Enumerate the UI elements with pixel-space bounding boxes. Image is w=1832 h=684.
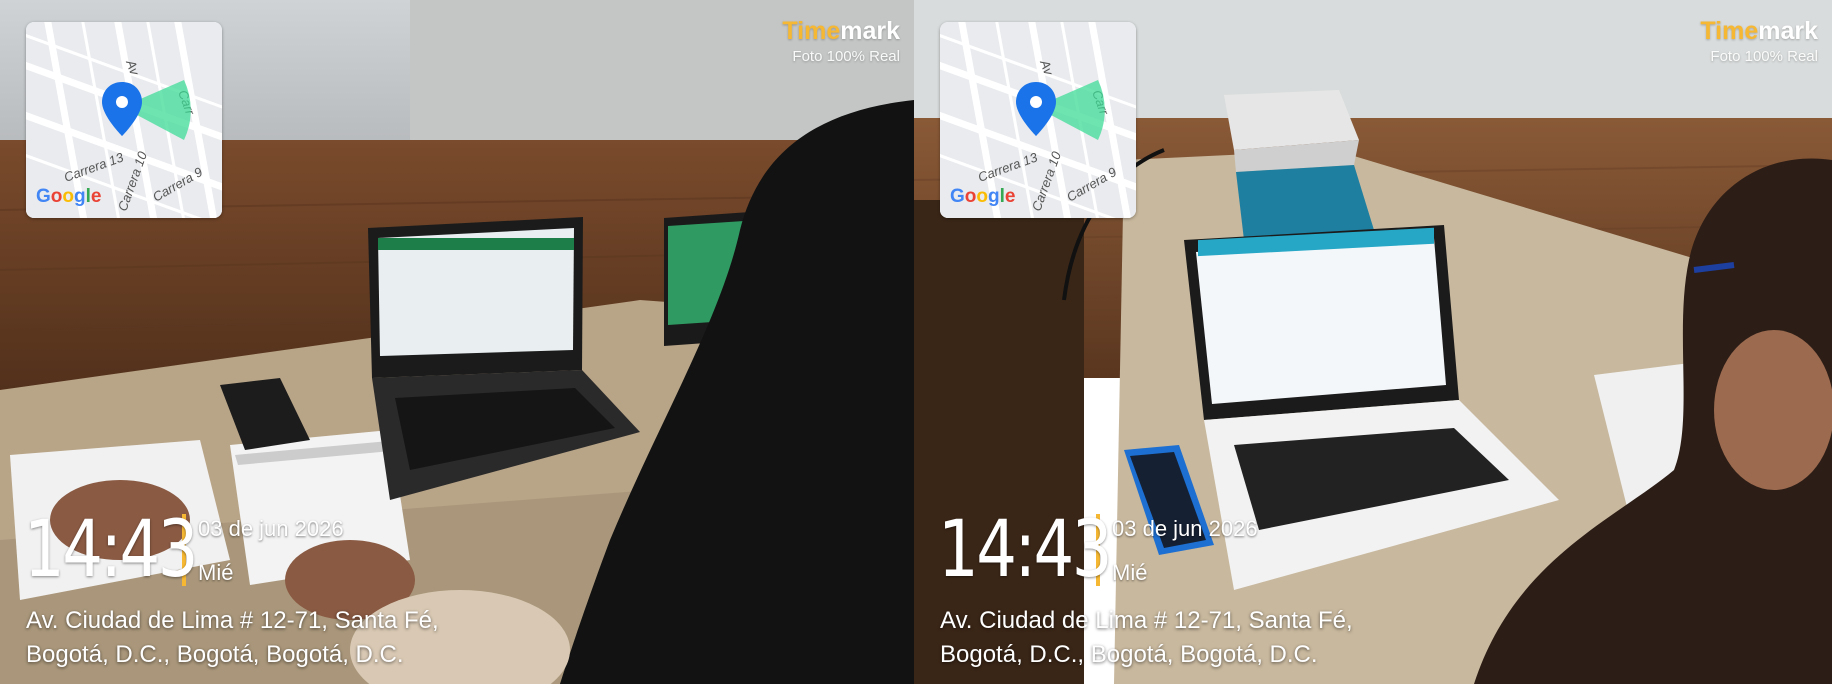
timemark-logo: Timemark: [1700, 17, 1818, 45]
map-thumbnail: Av Carr Carrera 13 Carrera 10 Carrera 9 …: [940, 22, 1136, 218]
timemark-logo: Timemark: [782, 17, 900, 45]
address-line-1: Av. Ciudad de Lima # 12-71, Santa Fé,: [940, 607, 1353, 634]
time-text: 14:43: [938, 505, 1112, 595]
brand-tagline: Foto 100% Real: [792, 48, 900, 65]
time-text: 14:43: [24, 505, 198, 595]
date-block: 03 de jun 2026 Mié: [1112, 510, 1258, 590]
date-text: 03 de jun 2026: [1112, 516, 1258, 541]
photo-left: Av Carr Carrera 13 Carrera 10 Carrera 9 …: [0, 0, 914, 684]
google-logo: Google: [36, 186, 102, 207]
timemark-watermark: Timemark Foto 100% Real: [782, 18, 900, 65]
timemark-watermark: Timemark Foto 100% Real: [1700, 18, 1818, 65]
map-thumbnail: Av Carr Carrera 13 Carrera 10 Carrera 9 …: [26, 22, 222, 218]
google-logo: Google: [950, 186, 1016, 207]
location-address: Av. Ciudad de Lima # 12-71, Santa Fé, Bo…: [940, 604, 1353, 672]
timestamp: 14:43 03 de jun 2026 Mié: [24, 510, 344, 590]
photo-right: Av Carr Carrera 13 Carrera 10 Carrera 9 …: [914, 0, 1832, 684]
address-line-2: Bogotá, D.C., Bogotá, Bogotá, D.C.: [940, 641, 1318, 668]
location-address: Av. Ciudad de Lima # 12-71, Santa Fé, Bo…: [26, 604, 439, 672]
timestamp: 14:43 03 de jun 2026 Mié: [938, 510, 1258, 590]
brand-tagline: Foto 100% Real: [1710, 48, 1818, 65]
address-line-1: Av. Ciudad de Lima # 12-71, Santa Fé,: [26, 607, 439, 634]
weekday-text: Mié: [1112, 560, 1148, 585]
date-block: 03 de jun 2026 Mié: [198, 510, 344, 590]
date-text: 03 de jun 2026: [198, 516, 344, 541]
weekday-text: Mié: [198, 560, 234, 585]
address-line-2: Bogotá, D.C., Bogotá, Bogotá, D.C.: [26, 641, 404, 668]
